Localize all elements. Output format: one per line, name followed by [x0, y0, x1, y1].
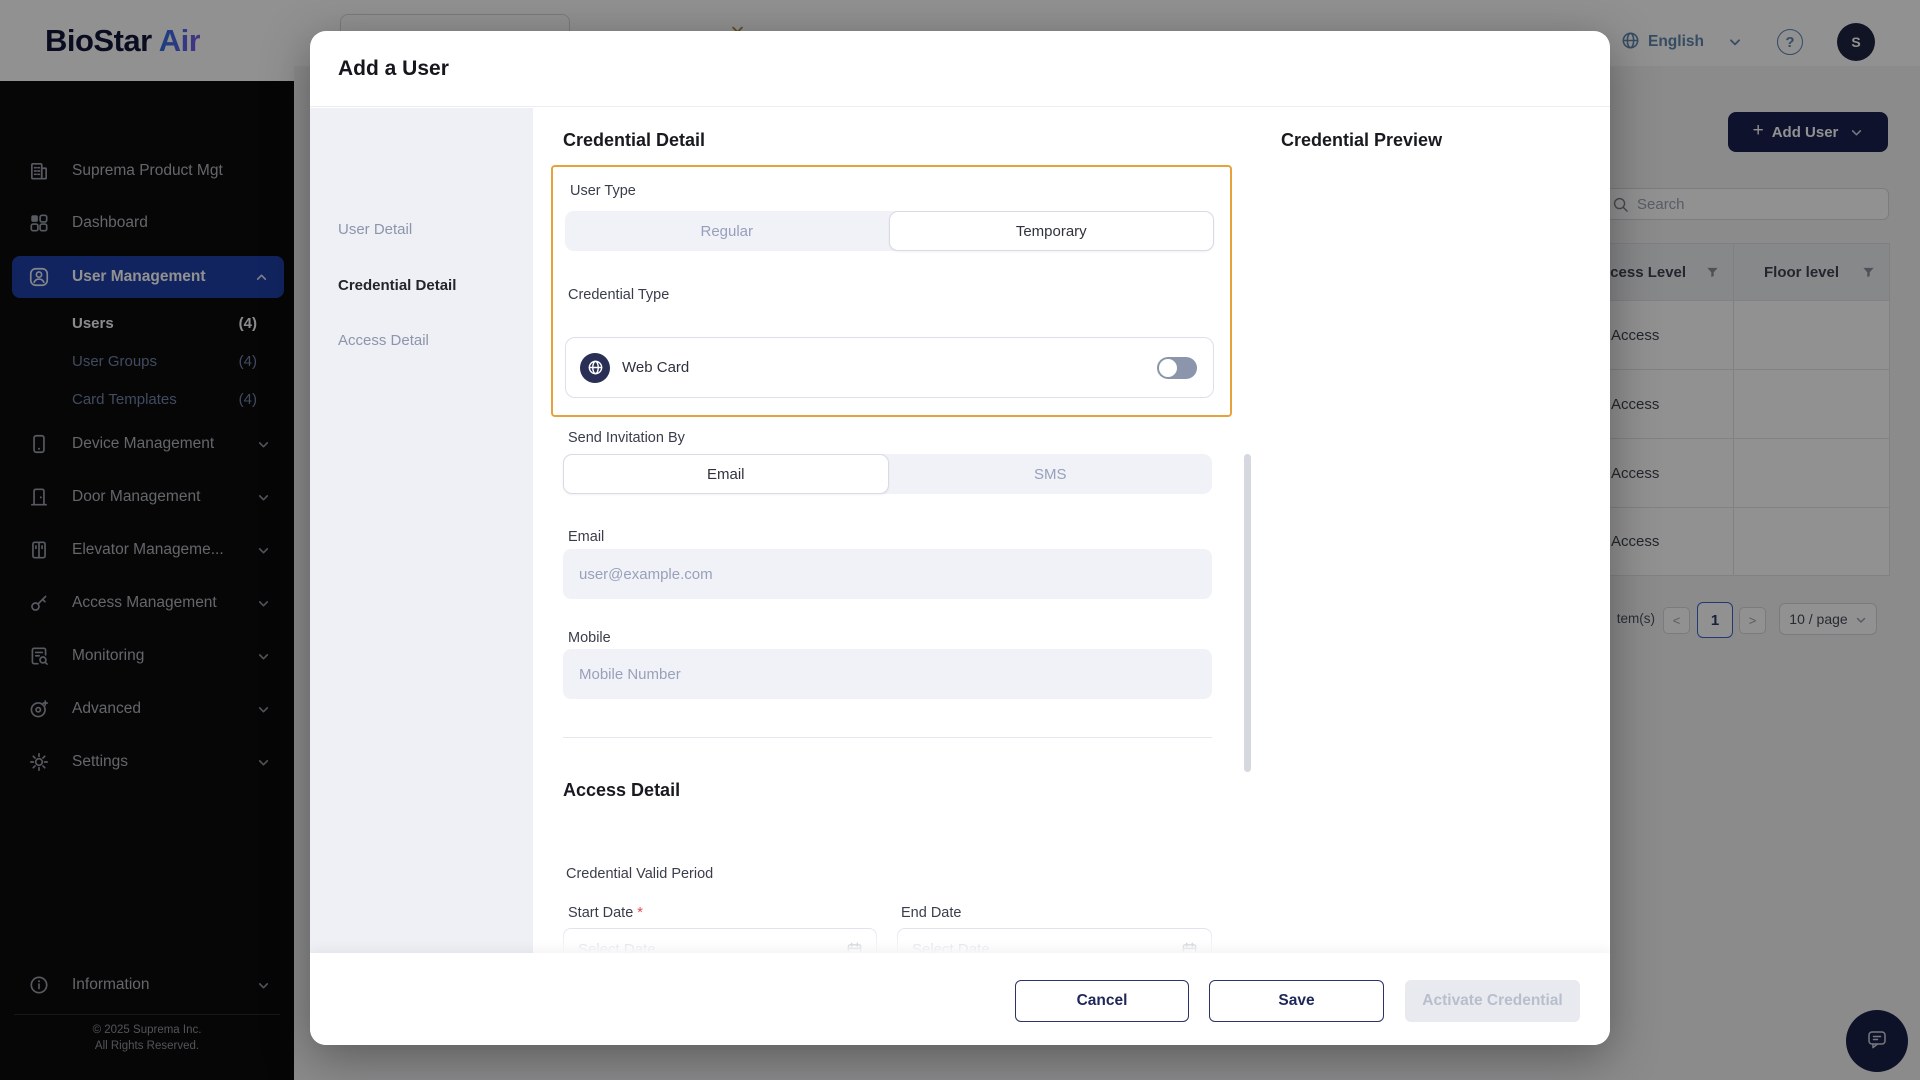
- valid-period-label: Credential Valid Period: [566, 866, 713, 882]
- user-type-segmented: Regular Temporary: [565, 211, 1214, 251]
- mobile-label: Mobile: [568, 630, 611, 646]
- web-card-toggle[interactable]: [1157, 357, 1197, 379]
- start-date-label: Start Date*: [568, 905, 643, 921]
- modal-header: Add a User: [310, 31, 1610, 107]
- web-card-row: Web Card: [565, 337, 1214, 398]
- web-card-label: Web Card: [622, 359, 689, 376]
- highlighted-section: User Type Regular Temporary Credential T…: [551, 165, 1232, 417]
- credential-detail-heading: Credential Detail: [563, 130, 705, 151]
- email-label: Email: [568, 529, 604, 545]
- cancel-button[interactable]: Cancel: [1015, 980, 1189, 1022]
- invitation-segmented: Email SMS: [563, 454, 1212, 494]
- toggle-knob: [1159, 359, 1177, 377]
- end-date-label: End Date: [901, 905, 961, 921]
- save-button[interactable]: Save: [1209, 980, 1384, 1022]
- modal-nav: User Detail Credential Detail Access Det…: [310, 108, 533, 953]
- add-user-modal: Add a User User Detail Credential Detail…: [310, 31, 1610, 1045]
- modal-body: Credential Detail User Type Regular Temp…: [533, 108, 1610, 953]
- credential-preview-heading: Credential Preview: [1281, 130, 1442, 151]
- modal-title: Add a User: [338, 31, 449, 107]
- send-invitation-label: Send Invitation By: [568, 430, 685, 446]
- modal-nav-credential-detail[interactable]: Credential Detail: [310, 270, 533, 300]
- activate-credential-button[interactable]: Activate Credential: [1405, 980, 1580, 1022]
- scroll-fade: [533, 927, 1273, 953]
- modal-nav-user-detail[interactable]: User Detail: [310, 214, 533, 244]
- globe-icon: [580, 353, 610, 383]
- page: BioStar Air Suprema Product Mgt Dashboar…: [0, 0, 1920, 1080]
- modal-footer: Cancel Save Activate Credential: [310, 953, 1610, 1045]
- user-type-option-regular[interactable]: Regular: [565, 211, 889, 251]
- user-type-option-temporary[interactable]: Temporary: [889, 211, 1215, 251]
- credential-type-label: Credential Type: [568, 287, 669, 303]
- invitation-option-email[interactable]: Email: [563, 454, 889, 494]
- modal-scrollbar[interactable]: [1244, 454, 1251, 772]
- access-detail-heading: Access Detail: [563, 780, 680, 801]
- section-divider: [563, 737, 1212, 738]
- mobile-field[interactable]: [563, 649, 1212, 699]
- invitation-option-sms[interactable]: SMS: [889, 454, 1213, 494]
- email-field[interactable]: [563, 549, 1212, 599]
- user-type-label: User Type: [570, 183, 636, 199]
- required-asterisk: *: [637, 905, 643, 921]
- modal-nav-access-detail[interactable]: Access Detail: [310, 325, 533, 355]
